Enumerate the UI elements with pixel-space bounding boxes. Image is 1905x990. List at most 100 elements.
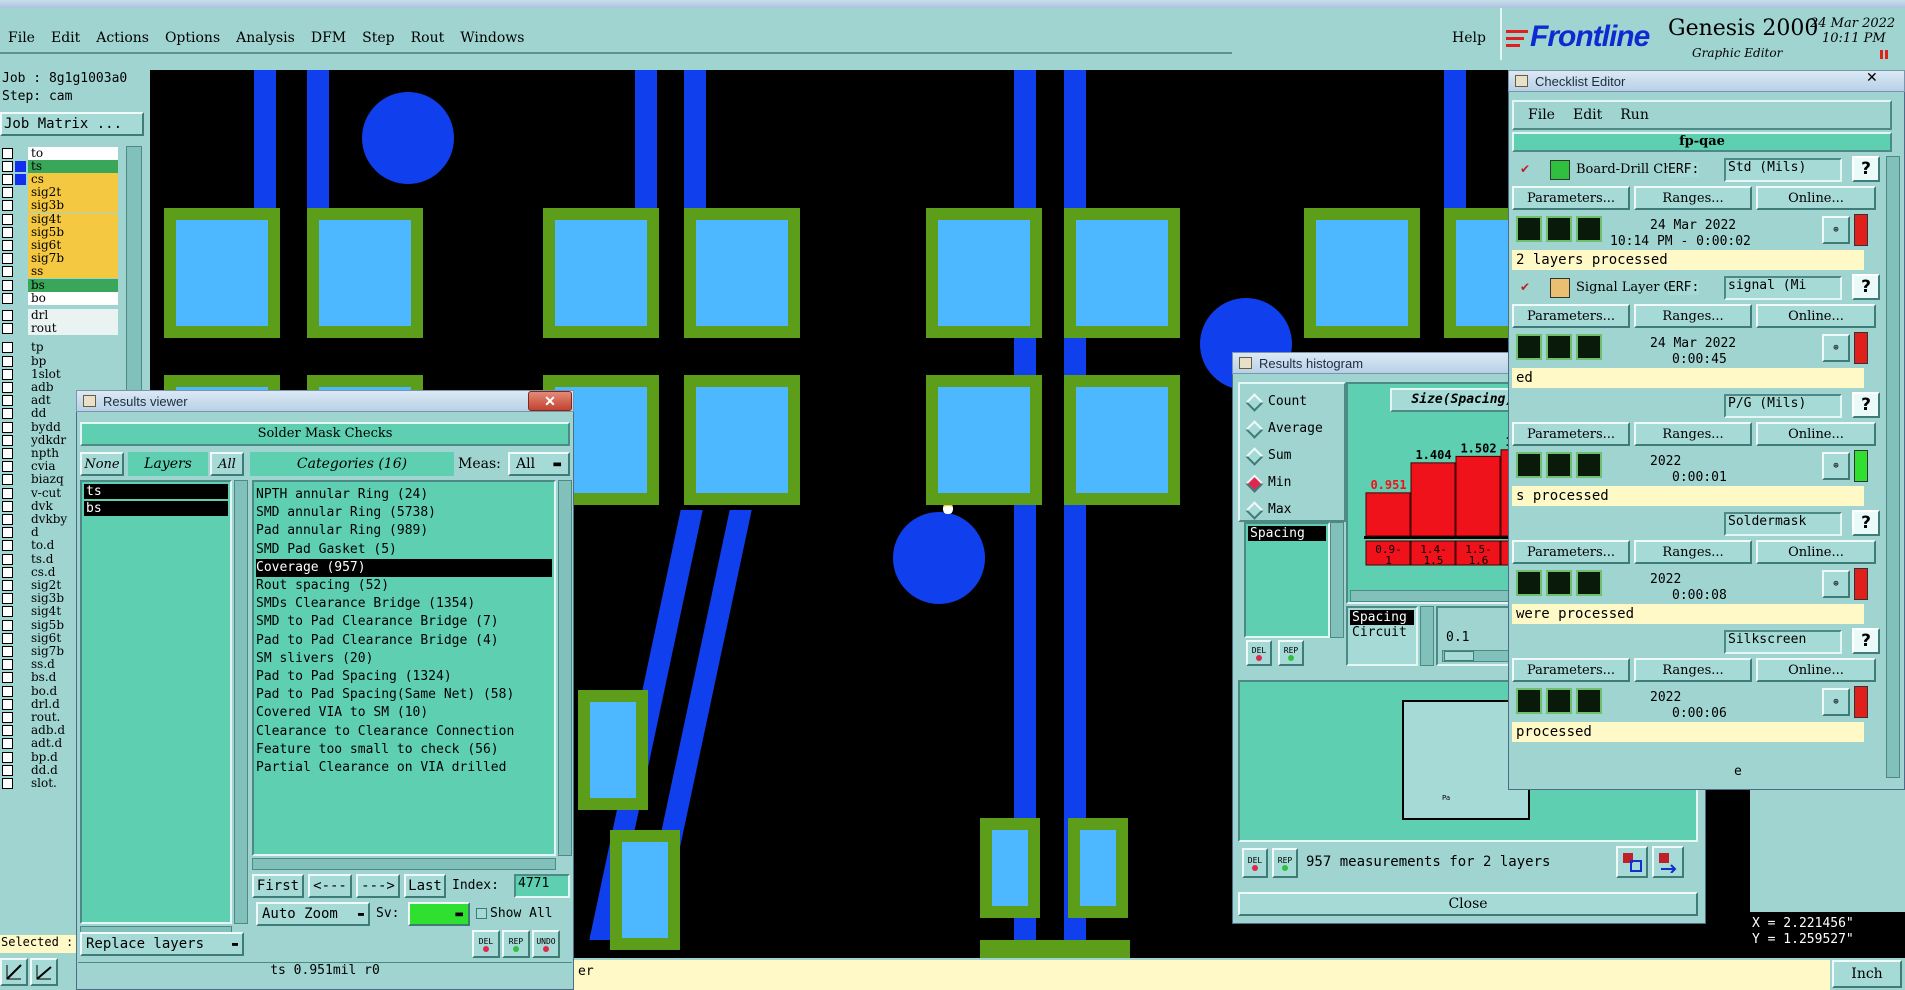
measure-list[interactable]: Spacing [1244,522,1330,638]
layer-checkbox[interactable] [2,447,13,459]
layer-checkbox[interactable] [2,566,13,578]
layer-checkbox[interactable] [2,606,13,618]
run-action-icon[interactable] [1516,688,1542,714]
mode-radio-sum[interactable]: Sum [1240,446,1344,466]
layer-checkbox[interactable] [2,408,13,420]
check-enable-icon[interactable]: ✔ [1520,280,1532,294]
parameters-button[interactable]: Parameters... [1512,304,1630,328]
zoom-results-icon[interactable]: ⊕ [1822,334,1850,362]
histogram-close-button[interactable]: Close [1238,892,1698,916]
run-action-icon[interactable] [1576,452,1602,478]
help-icon[interactable]: ? [1852,510,1880,536]
zoom-results-icon[interactable]: ⊕ [1822,216,1850,244]
layer-checkbox[interactable] [2,160,13,172]
histogram-bar[interactable] [1455,455,1501,537]
layer-checkbox[interactable] [2,672,13,684]
checklist-close-icon[interactable]: ✕ [1866,70,1878,86]
online-button[interactable]: Online... [1756,540,1876,564]
help-icon[interactable]: ? [1852,156,1880,182]
layer-checkbox[interactable] [2,381,13,393]
next-button[interactable]: ---> [356,874,400,898]
layer-checkbox[interactable] [2,226,13,238]
layer-row[interactable]: tp [0,341,118,355]
category-item[interactable]: SM slivers (20) [256,650,552,668]
all-button[interactable]: All [210,452,244,476]
result-layer-item[interactable]: bs [84,501,228,516]
layer-row[interactable]: sig3b [0,199,118,213]
menu-item-dfm[interactable]: DFM [311,30,346,50]
run-action-icon[interactable] [1576,334,1602,360]
category-item[interactable]: Pad to Pad Clearance Bridge (4) [256,632,552,650]
help-icon[interactable]: ? [1852,628,1880,654]
menu-help[interactable]: Help [1452,30,1486,46]
layer-checkbox[interactable] [2,500,13,512]
menu-item-options[interactable]: Options [165,30,220,50]
ranges-button[interactable]: Ranges... [1634,304,1752,328]
online-button[interactable]: Online... [1756,658,1876,682]
layer-checkbox[interactable] [2,685,13,697]
layer-checkbox[interactable] [2,527,13,539]
checklist-menu-run[interactable]: Run [1620,107,1649,123]
run-action-icon[interactable] [1576,688,1602,714]
layer-checkbox[interactable] [2,200,13,212]
ranges-button[interactable]: Ranges... [1634,658,1752,682]
layer-checkbox[interactable] [2,474,13,486]
type-list[interactable]: Spacing Circuit [1346,606,1418,666]
undo-button[interactable]: UNDO [532,930,560,958]
run-action-icon[interactable] [1546,216,1572,242]
histogram-bar[interactable] [1365,492,1411,537]
category-scrollbar[interactable] [558,480,572,856]
layer-checkbox[interactable] [2,579,13,591]
meas-dropdown[interactable]: All ▬ [508,452,570,476]
category-list[interactable]: NPTH annular Ring (24) SMD annular Ring (… [252,480,556,856]
category-item[interactable]: Covered VIA to SM (10) [256,704,552,722]
layer-checkbox[interactable] [2,253,13,265]
layer-row[interactable]: 1slot [0,367,118,381]
online-button[interactable]: Online... [1756,422,1876,446]
category-item[interactable]: Rout spacing (52) [256,577,552,595]
first-button[interactable]: First [252,874,304,898]
layer-checkbox[interactable] [2,513,13,525]
parameters-button[interactable]: Parameters... [1512,422,1630,446]
layer-checkbox[interactable] [2,342,13,354]
result-layer-item[interactable]: ts [84,484,228,499]
erf-value[interactable]: Silkscreen [1724,630,1842,654]
layer-checkbox[interactable] [2,711,13,723]
result-layer-list[interactable]: ts bs [80,480,232,924]
category-item[interactable]: Pad annular Ring (989) [256,522,552,540]
erf-value[interactable]: Std (Mils) [1724,158,1842,182]
run-action-icon[interactable] [1576,570,1602,596]
category-item[interactable]: Pad to Pad Spacing(Same Net) (58) [256,686,552,704]
layer-row[interactable]: bo [0,291,118,305]
category-item[interactable]: SMD to Pad Clearance Bridge (7) [256,613,552,631]
layer-checkbox[interactable] [2,593,13,605]
ranges-button[interactable]: Ranges... [1634,186,1752,210]
menu-item-step[interactable]: Step [362,30,394,50]
measure-scrollbar[interactable] [1330,522,1344,638]
run-action-icon[interactable] [1546,452,1572,478]
layer-checkbox[interactable] [2,213,13,225]
help-icon[interactable]: ? [1852,274,1880,300]
mode-radio-count[interactable]: Count [1240,392,1344,412]
results-viewer-close-button[interactable]: ✕ [528,391,572,411]
layer-checkbox[interactable] [2,292,13,304]
run-action-icon[interactable] [1516,334,1542,360]
replace-layers-dropdown[interactable]: Replace layers ▬ [80,932,244,956]
category-item[interactable]: SMD annular Ring (5738) [256,504,552,522]
layer-row[interactable]: sig4t [0,212,118,226]
category-item[interactable]: NPTH annular Ring (24) [256,486,552,504]
layer-checkbox[interactable] [2,421,13,433]
erf-value[interactable]: Soldermask [1724,512,1842,536]
run-action-icon[interactable] [1516,216,1542,242]
zoom-results-icon[interactable]: ⊕ [1822,452,1850,480]
severity-dropdown[interactable]: ▬ [408,902,470,926]
measure-tool-icon[interactable] [30,958,58,986]
category-hscrollbar[interactable] [252,858,556,870]
layer-checkbox[interactable] [2,395,13,407]
ranges-button[interactable]: Ranges... [1634,540,1752,564]
layer-list-scrollbar[interactable] [234,480,248,924]
layer-row[interactable]: sig7b [0,252,118,266]
menu-item-rout[interactable]: Rout [411,30,445,50]
parameters-button[interactable]: Parameters... [1512,186,1630,210]
online-button[interactable]: Online... [1756,186,1876,210]
